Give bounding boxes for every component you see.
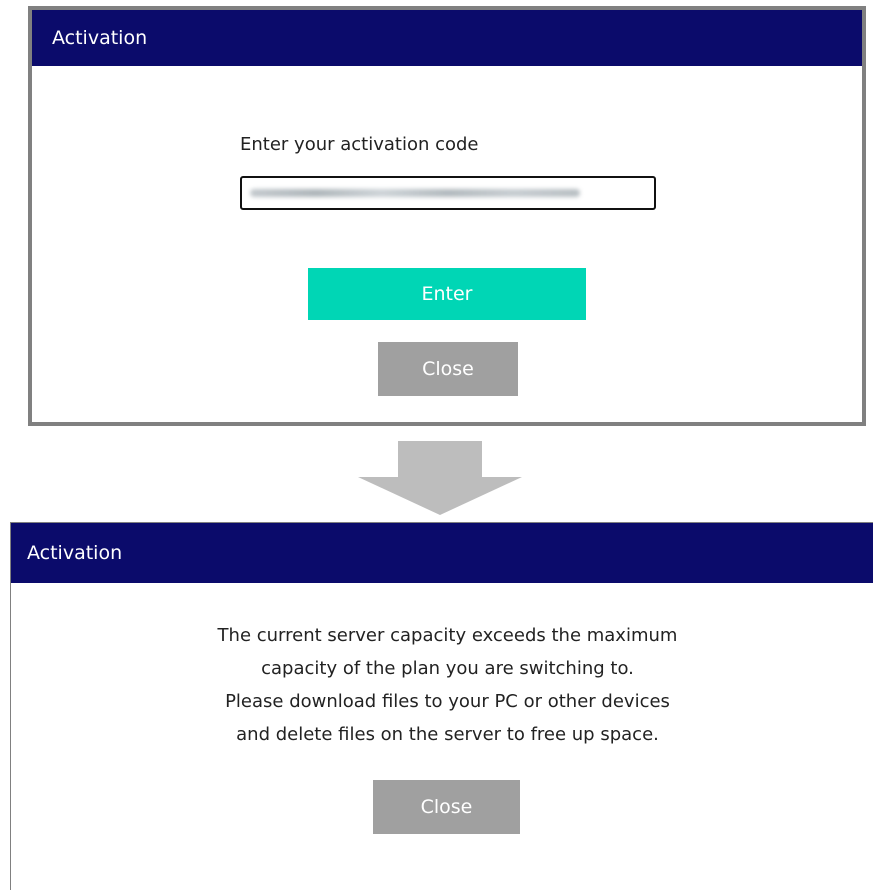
- dialog-title: Activation: [27, 542, 123, 564]
- blurred-code-value: [250, 189, 580, 197]
- dialog-titlebar: Activation: [32, 10, 862, 66]
- enter-button[interactable]: Enter: [308, 268, 586, 320]
- capacity-warning-message: The current server capacity exceeds the …: [11, 619, 873, 751]
- message-line: capacity of the plan you are switching t…: [261, 658, 634, 679]
- activation-dialog-capacity-warning: Activation The current server capacity e…: [10, 522, 873, 890]
- arrow-down-icon: [358, 441, 522, 515]
- message-line: The current server capacity exceeds the …: [217, 625, 678, 646]
- dialog-title: Activation: [52, 27, 148, 49]
- activation-code-input[interactable]: [240, 176, 656, 210]
- close-button[interactable]: Close: [373, 780, 520, 834]
- message-line: Please download files to your PC or othe…: [225, 691, 670, 712]
- activation-dialog-code-entry: Activation Enter your activation code En…: [28, 6, 866, 426]
- dialog-titlebar: Activation: [11, 523, 873, 583]
- activation-code-label: Enter your activation code: [240, 134, 479, 155]
- close-button[interactable]: Close: [378, 342, 518, 396]
- message-line: and delete files on the server to free u…: [236, 724, 659, 745]
